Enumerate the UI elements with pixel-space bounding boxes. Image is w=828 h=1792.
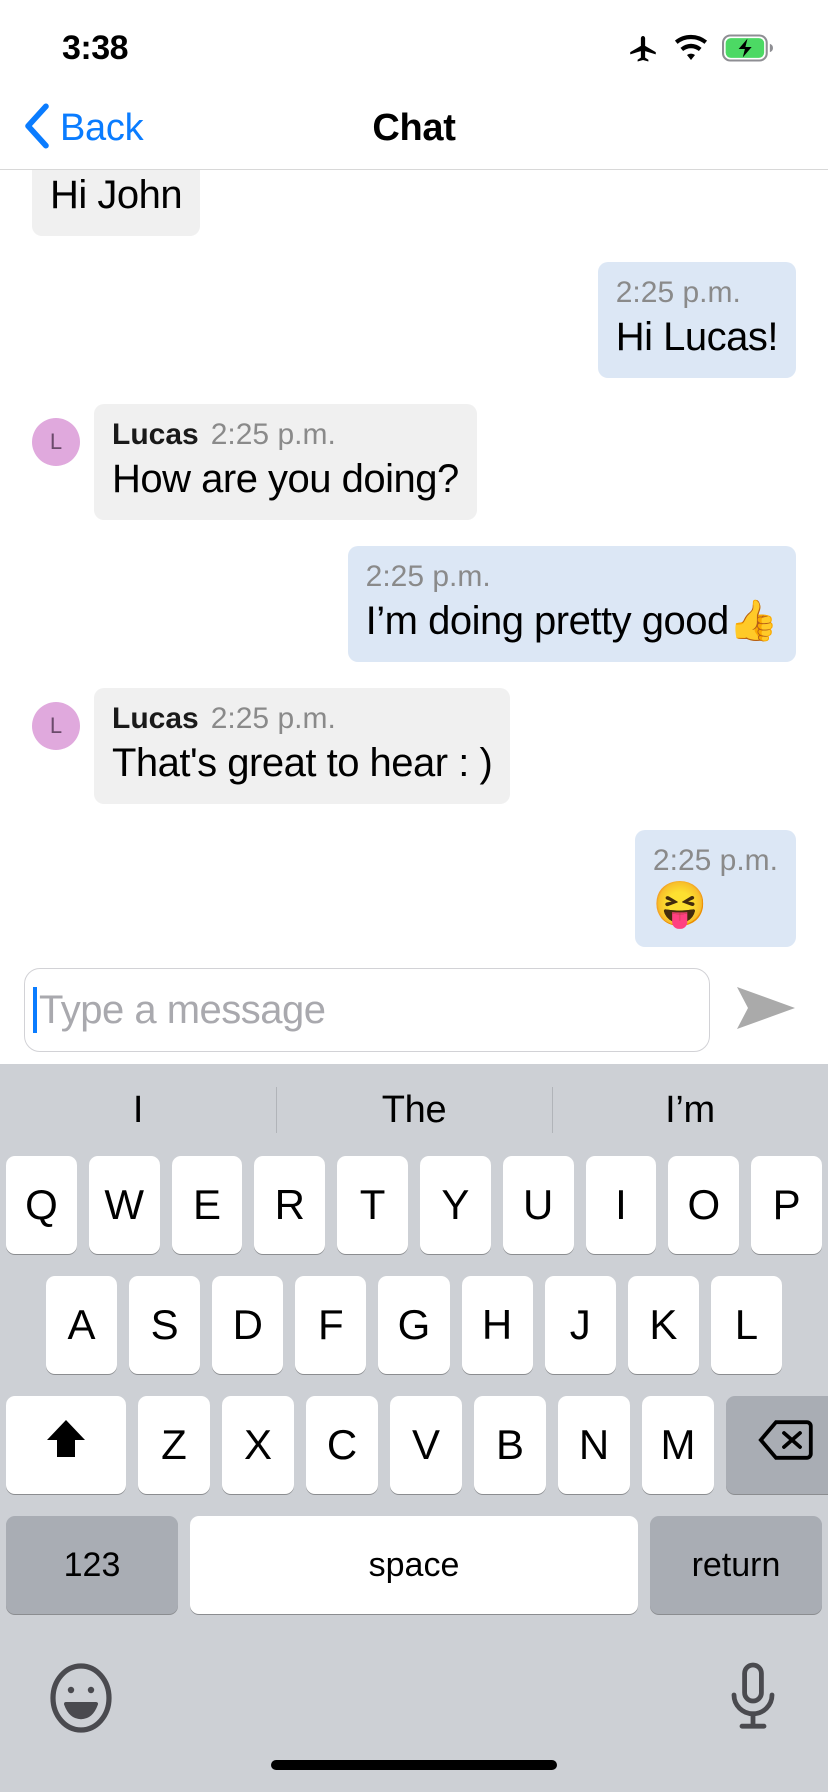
- key-c[interactable]: C: [306, 1396, 378, 1494]
- wifi-icon: [673, 34, 709, 62]
- message-meta: 2:25 p.m.: [653, 844, 778, 878]
- key-n[interactable]: N: [558, 1396, 630, 1494]
- space-key[interactable]: space: [190, 1516, 638, 1614]
- key-p[interactable]: P: [751, 1156, 822, 1254]
- message-text: That's great to hear : ): [112, 741, 493, 785]
- avatar[interactable]: L: [32, 702, 80, 750]
- shift-key[interactable]: [6, 1396, 126, 1494]
- navigation-bar: Back Chat: [0, 88, 828, 170]
- key-g[interactable]: G: [378, 1276, 450, 1374]
- home-indicator-area: [0, 1760, 828, 1792]
- emoji-button[interactable]: [48, 1662, 114, 1739]
- on-screen-keyboard: I The I’m QWERTYUIOP ASDFGHJKL ZXCVBNM 1…: [0, 1064, 828, 1792]
- message-composer: Type a message: [0, 956, 828, 1064]
- key-z[interactable]: Z: [138, 1396, 210, 1494]
- key-x[interactable]: X: [222, 1396, 294, 1494]
- message-row: L Lucas 2:25 p.m. How are you doing?: [32, 404, 796, 520]
- key-w[interactable]: W: [88, 1156, 160, 1254]
- key-f[interactable]: F: [295, 1276, 367, 1374]
- key-q[interactable]: Q: [6, 1156, 77, 1254]
- battery-charging-icon: [722, 34, 774, 62]
- backspace-key[interactable]: [726, 1396, 828, 1494]
- back-button-label: Back: [60, 107, 144, 149]
- keyboard-row-4: 123 space return: [0, 1516, 828, 1614]
- key-k[interactable]: K: [627, 1276, 699, 1374]
- message-text: Hi John: [50, 173, 183, 217]
- message-input-placeholder: Type a message: [39, 987, 326, 1032]
- message-timestamp: 2:25 p.m.: [652, 844, 778, 877]
- chat-app-screen: 3:38 Back Chat Hi John 2:25 p.m. Hi Luca…: [0, 0, 828, 1792]
- key-v[interactable]: V: [390, 1396, 462, 1494]
- message-meta: 2:25 p.m.: [616, 276, 778, 310]
- message-sender: Lucas: [112, 702, 199, 735]
- message-bubble[interactable]: Lucas 2:25 p.m. How are you doing?: [94, 404, 477, 520]
- key-t[interactable]: T: [337, 1156, 408, 1254]
- home-indicator[interactable]: [271, 1760, 557, 1770]
- message-timestamp: 2:25 p.m.: [615, 276, 741, 309]
- key-j[interactable]: J: [544, 1276, 616, 1374]
- message-bubble[interactable]: Hi John: [32, 170, 201, 236]
- key-r[interactable]: R: [254, 1156, 326, 1254]
- message-timestamp: 2:25 p.m.: [210, 418, 336, 451]
- message-bubble[interactable]: 2:25 p.m. Hi Lucas!: [597, 262, 796, 378]
- message-meta: Lucas 2:25 p.m.: [112, 702, 492, 736]
- emoji-smiley-icon: [48, 1662, 114, 1739]
- key-l[interactable]: L: [710, 1276, 782, 1374]
- return-key[interactable]: return: [650, 1516, 822, 1614]
- message-row: L Lucas 2:25 p.m. That's great to hear : ): [32, 688, 796, 804]
- key-m[interactable]: M: [642, 1396, 714, 1494]
- backspace-delete-icon: [758, 1419, 814, 1471]
- status-bar-time: 3:38: [62, 28, 129, 67]
- send-arrow-icon: [735, 984, 797, 1037]
- message-list[interactable]: Hi John 2:25 p.m. Hi Lucas! L Lucas 2:25 p.m.…: [0, 170, 828, 956]
- prediction-bar: I The I’m: [0, 1064, 828, 1156]
- key-e[interactable]: E: [171, 1156, 243, 1254]
- key-u[interactable]: U: [502, 1156, 574, 1254]
- shift-up-arrow-icon: [40, 1414, 92, 1476]
- numeric-key[interactable]: 123: [6, 1516, 178, 1614]
- message-timestamp: 2:25 p.m.: [365, 560, 491, 593]
- keyboard-row-3: ZXCVBNM: [0, 1396, 828, 1494]
- key-b[interactable]: B: [474, 1396, 546, 1494]
- prediction-1[interactable]: I: [0, 1089, 276, 1132]
- message-bubble[interactable]: 2:25 p.m. I’m doing pretty good👍: [347, 546, 796, 662]
- chevron-left-icon: [22, 101, 52, 156]
- message-meta: 2:25 p.m.: [366, 560, 778, 594]
- text-cursor: [33, 987, 37, 1033]
- microphone-icon: [726, 1661, 780, 1740]
- key-s[interactable]: S: [129, 1276, 201, 1374]
- send-button[interactable]: [730, 974, 802, 1046]
- keyboard-bottom-bar: [0, 1640, 828, 1760]
- prediction-3[interactable]: I’m: [552, 1089, 828, 1132]
- message-row: 2:25 p.m. Hi Lucas!: [32, 262, 796, 378]
- keyboard-row-2: ASDFGHJKL: [0, 1276, 828, 1374]
- key-i[interactable]: I: [585, 1156, 657, 1254]
- message-meta: Lucas 2:25 p.m.: [112, 418, 459, 452]
- key-y[interactable]: Y: [420, 1156, 491, 1254]
- airplane-mode-icon: [626, 31, 660, 65]
- back-button[interactable]: Back: [0, 101, 144, 156]
- message-sender: Lucas: [112, 418, 199, 451]
- message-row: 2:25 p.m. I’m doing pretty good👍: [32, 546, 796, 662]
- key-h[interactable]: H: [461, 1276, 533, 1374]
- message-text: Hi Lucas!: [615, 315, 779, 359]
- message-bubble[interactable]: Lucas 2:25 p.m. That's great to hear : ): [94, 688, 511, 804]
- message-text: How are you doing?: [112, 457, 459, 501]
- status-bar-icons: [626, 23, 774, 65]
- key-a[interactable]: A: [46, 1276, 118, 1374]
- message-row: Hi John: [32, 170, 796, 236]
- status-bar: 3:38: [0, 0, 828, 88]
- message-text: 😝: [652, 880, 708, 929]
- message-input[interactable]: Type a message: [24, 968, 710, 1052]
- message-text: I’m doing pretty good👍: [365, 599, 779, 643]
- key-d[interactable]: D: [212, 1276, 284, 1374]
- message-bubble[interactable]: 2:25 p.m. 😝: [634, 830, 796, 947]
- message-row: 2:25 p.m. 😝: [32, 830, 796, 947]
- prediction-2[interactable]: The: [276, 1089, 552, 1132]
- keyboard-row-1: QWERTYUIOP: [0, 1156, 828, 1254]
- avatar[interactable]: L: [32, 418, 80, 466]
- key-o[interactable]: O: [668, 1156, 740, 1254]
- microphone-button[interactable]: [726, 1661, 780, 1740]
- message-timestamp: 2:25 p.m.: [210, 702, 336, 735]
